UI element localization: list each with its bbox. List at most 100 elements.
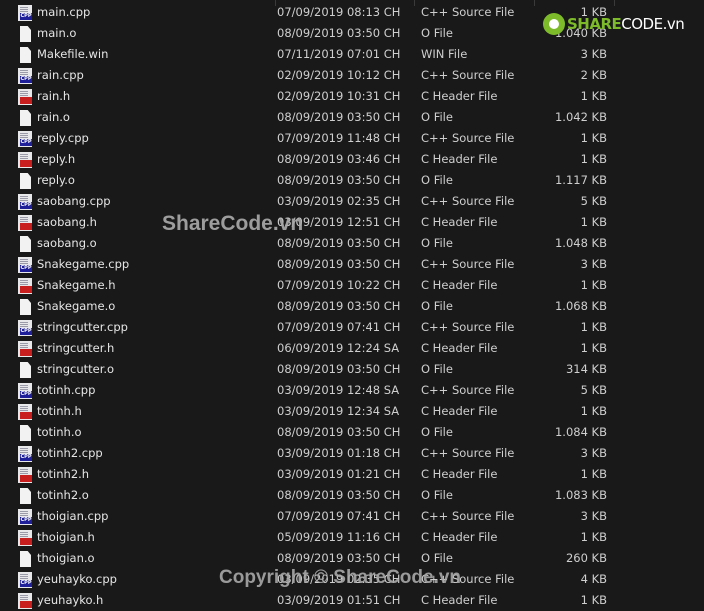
file-row[interactable]: totinh2.cpp 03/09/2019 01:18 CH C++ Source… — [0, 443, 704, 464]
file-type: O File — [421, 236, 453, 250]
cpp-file-icon — [18, 572, 32, 588]
file-type: O File — [421, 362, 453, 376]
file-name: rain.o — [37, 110, 70, 124]
file-date-modified: 08/09/2019 03:50 CH — [277, 257, 401, 271]
file-name: totinh2.h — [37, 467, 90, 481]
file-date-modified: 03/09/2019 12:34 SA — [277, 404, 400, 418]
file-type: C Header File — [421, 404, 498, 418]
file-row[interactable]: saobang.cpp 03/09/2019 02:35 CH C++ Source… — [0, 191, 704, 212]
file-name: thoigian.h — [37, 530, 95, 544]
file-type: C++ Source File — [421, 194, 515, 208]
header-file-icon — [18, 341, 32, 357]
file-row[interactable]: Snakegame.o 08/09/2019 03:50 CH O File 1.06… — [0, 296, 704, 317]
file-row[interactable]: reply.o 08/09/2019 03:50 CH O File 1.117 KB — [0, 170, 704, 191]
file-date-modified: 08/09/2019 03:50 CH — [277, 551, 401, 565]
header-file-icon — [18, 593, 32, 609]
file-type: O File — [421, 299, 453, 313]
generic-file-icon — [20, 236, 31, 252]
header-file-icon — [18, 404, 32, 420]
cpp-file-icon — [18, 446, 32, 462]
file-size: 1 KB — [580, 530, 607, 544]
file-name: saobang.o — [37, 236, 97, 250]
file-size: 1 KB — [580, 467, 607, 481]
file-row[interactable]: rain.cpp 02/09/2019 10:12 CH C++ Source Fi… — [0, 65, 704, 86]
file-row[interactable]: totinh.h 03/09/2019 12:34 SA C Header File… — [0, 401, 704, 422]
file-row[interactable]: thoigian.cpp 07/09/2019 07:41 CH C++ Sourc… — [0, 506, 704, 527]
header-file-icon — [18, 152, 32, 168]
file-size: 260 KB — [565, 551, 607, 565]
logo-brand-text: SHARE — [567, 15, 622, 33]
file-type: O File — [421, 551, 453, 565]
file-size: 314 KB — [565, 362, 607, 376]
file-date-modified: 08/09/2019 03:50 CH — [277, 173, 401, 187]
file-size: 1 KB — [580, 320, 607, 334]
sharecode-logo-watermark: SHARECODE.vn — [543, 12, 685, 36]
file-row[interactable]: thoigian.o 08/09/2019 03:50 CH O File 260 K… — [0, 548, 704, 569]
file-date-modified: 06/09/2019 12:24 SA — [277, 341, 400, 355]
file-row[interactable]: saobang.o 08/09/2019 03:50 CH O File 1.048 … — [0, 233, 704, 254]
file-name: Makefile.win — [37, 47, 109, 61]
file-row[interactable]: reply.cpp 07/09/2019 11:48 CH C++ Source F… — [0, 128, 704, 149]
file-row[interactable]: reply.h 08/09/2019 03:46 CH C Header File 1… — [0, 149, 704, 170]
file-size: 4 KB — [580, 572, 607, 586]
file-type: C Header File — [421, 152, 498, 166]
file-row[interactable]: totinh.cpp 03/09/2019 12:48 SA C++ Source … — [0, 380, 704, 401]
file-row[interactable]: Makefile.win 07/11/2019 07:01 CH WIN File 3… — [0, 44, 704, 65]
file-date-modified: 08/09/2019 03:46 CH — [277, 152, 401, 166]
file-date-modified: 03/09/2019 02:35 CH — [277, 194, 401, 208]
file-name: stringcutter.o — [37, 362, 115, 376]
file-type: C++ Source File — [421, 320, 515, 334]
file-date-modified: 07/11/2019 07:01 CH — [277, 47, 401, 61]
center-watermark: ShareCode.vn — [162, 212, 304, 235]
file-row[interactable]: stringcutter.h 06/09/2019 12:24 SA C Heade… — [0, 338, 704, 359]
file-name: reply.h — [37, 152, 76, 166]
file-name: reply.cpp — [37, 131, 89, 145]
cpp-file-icon — [18, 383, 32, 399]
file-name: stringcutter.h — [37, 341, 115, 355]
file-row[interactable]: rain.h 02/09/2019 10:31 CH C Header File 1 … — [0, 86, 704, 107]
generic-file-icon — [20, 425, 31, 441]
file-date-modified: 08/09/2019 03:50 CH — [277, 26, 401, 40]
file-date-modified: 05/09/2019 11:16 CH — [277, 530, 401, 544]
file-name: totinh2.o — [37, 488, 89, 502]
file-date-modified: 03/09/2019 01:21 CH — [277, 467, 401, 481]
file-name: Snakegame.o — [37, 299, 116, 313]
file-type: C++ Source File — [421, 131, 515, 145]
file-type: C Header File — [421, 593, 498, 607]
file-row[interactable]: Snakegame.cpp 08/09/2019 03:50 CH C++ Sour… — [0, 254, 704, 275]
file-type: C Header File — [421, 530, 498, 544]
file-name: thoigian.cpp — [37, 509, 109, 523]
cpp-file-icon — [18, 320, 32, 336]
file-name: stringcutter.cpp — [37, 320, 128, 334]
file-row[interactable]: stringcutter.o 08/09/2019 03:50 CH O File 3… — [0, 359, 704, 380]
file-type: C Header File — [421, 215, 498, 229]
generic-file-icon — [20, 551, 31, 567]
file-row[interactable]: Snakegame.h 07/09/2019 10:22 CH C Header F… — [0, 275, 704, 296]
file-row[interactable]: yeuhayko.h 03/09/2019 01:51 CH C Header Fi… — [0, 590, 704, 611]
file-name: reply.o — [37, 173, 75, 187]
file-size: 1.084 KB — [554, 425, 607, 439]
file-size: 3 KB — [580, 257, 607, 271]
file-size: 1 KB — [580, 341, 607, 355]
file-name: totinh.cpp — [37, 383, 96, 397]
file-date-modified: 08/09/2019 03:50 CH — [277, 362, 401, 376]
header-file-icon — [18, 467, 32, 483]
file-row[interactable]: thoigian.h 05/09/2019 11:16 CH C Header Fi… — [0, 527, 704, 548]
file-row[interactable]: saobang.h 03/09/2019 12:51 CH C Header Fil… — [0, 212, 704, 233]
file-row[interactable]: totinh2.h 03/09/2019 01:21 CH C Header Fil… — [0, 464, 704, 485]
file-date-modified: 07/09/2019 10:22 CH — [277, 278, 401, 292]
cpp-file-icon — [18, 68, 32, 84]
file-size: 1.083 KB — [554, 488, 607, 502]
file-row[interactable]: totinh.o 08/09/2019 03:50 CH O File 1.084 K… — [0, 422, 704, 443]
file-row[interactable]: totinh2.o 08/09/2019 03:50 CH O File 1.083 … — [0, 485, 704, 506]
file-name: main.o — [37, 26, 77, 40]
file-size: 1 KB — [580, 215, 607, 229]
file-date-modified: 08/09/2019 03:50 CH — [277, 488, 401, 502]
header-file-icon — [18, 278, 32, 294]
file-type: O File — [421, 26, 453, 40]
header-file-icon — [18, 530, 32, 546]
file-name: rain.h — [37, 89, 71, 103]
file-row[interactable]: stringcutter.cpp 07/09/2019 07:41 CH C++ S… — [0, 317, 704, 338]
file-name: yeuhayko.cpp — [37, 572, 117, 586]
file-row[interactable]: rain.o 08/09/2019 03:50 CH O File 1.042 KB — [0, 107, 704, 128]
